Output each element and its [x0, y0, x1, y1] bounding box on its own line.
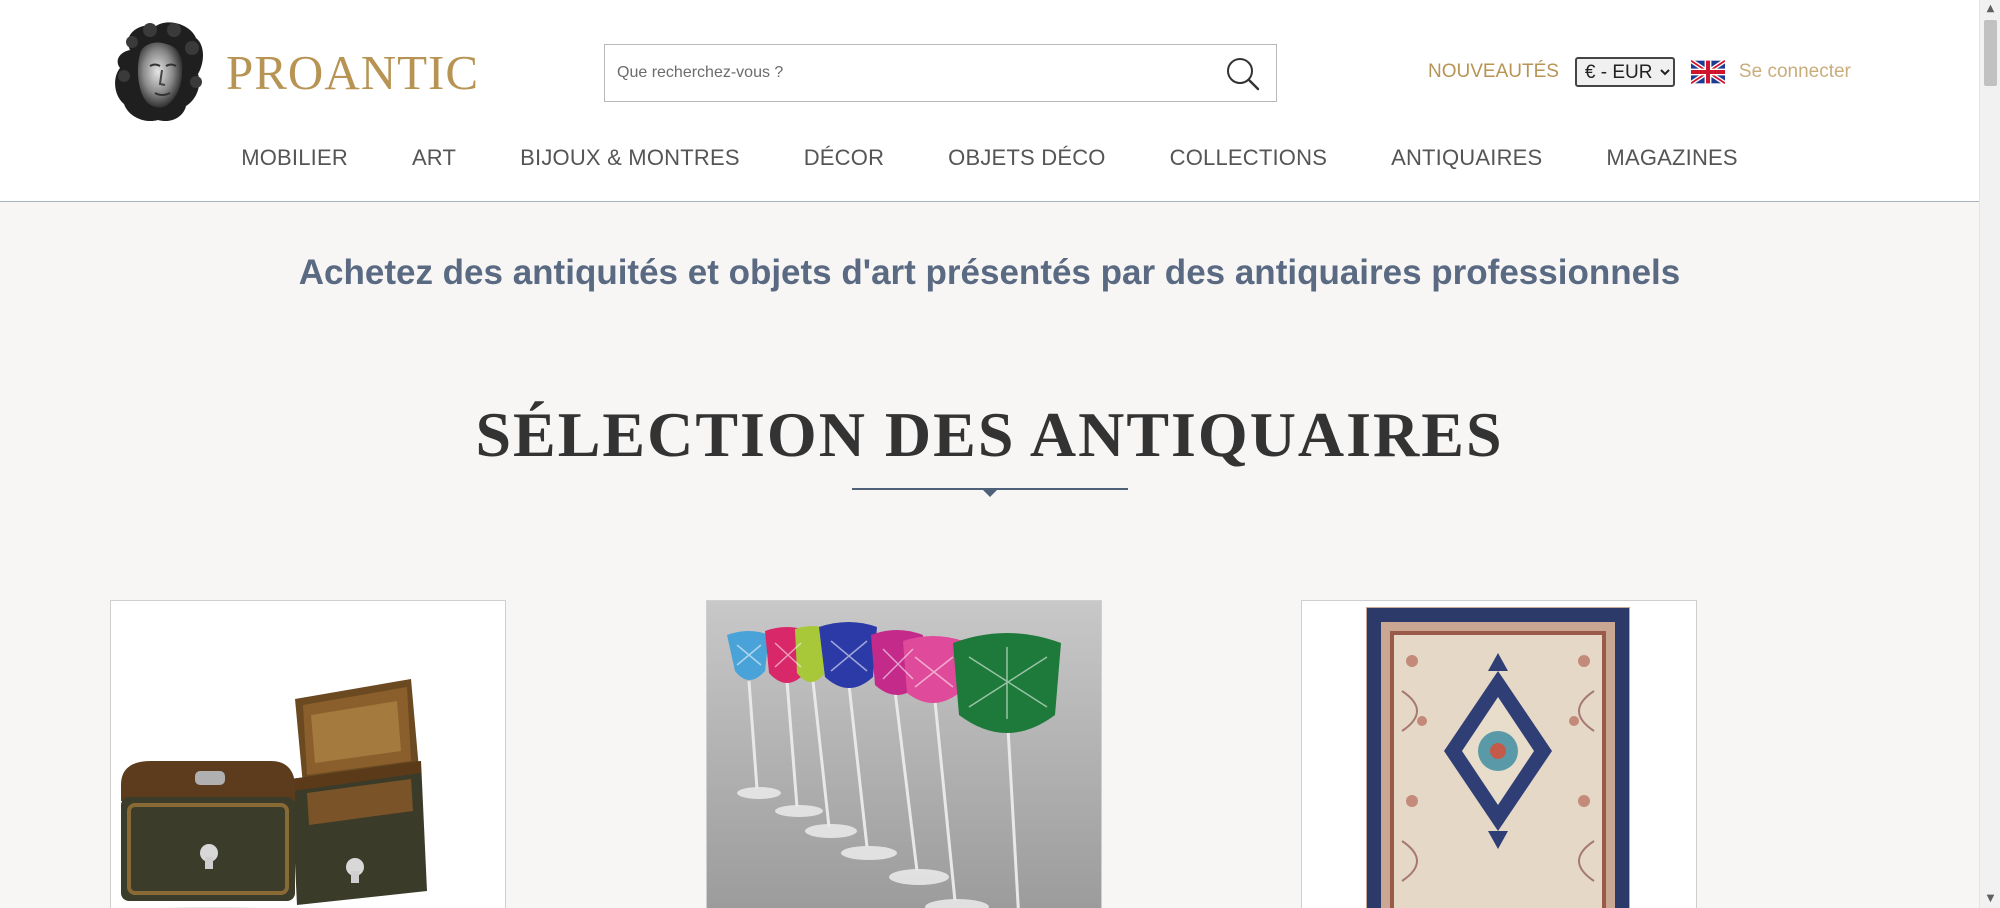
login-link[interactable]: Se connecter — [1739, 61, 1851, 83]
search-box — [604, 44, 1277, 102]
nav-item-art[interactable]: ART — [412, 145, 456, 171]
scroll-down-arrow-icon[interactable]: ▼ — [1980, 890, 2000, 908]
site-header: PROANTIC NOUVEAUTÉS € - EUR — [0, 0, 1979, 202]
logo-text: PROANTIC — [226, 44, 480, 100]
product-card[interactable] — [706, 600, 1102, 908]
header-actions: NOUVEAUTÉS € - EUR Se connecter — [1428, 56, 1851, 88]
nav-item-mobilier[interactable]: MOBILIER — [241, 145, 348, 171]
persian-rug-image — [1302, 601, 1696, 908]
nav-item-bijoux-montres[interactable]: BIJOUX & MONTRES — [520, 145, 740, 171]
product-card[interactable] — [110, 600, 506, 908]
logo-bust-icon — [115, 22, 203, 122]
scroll-up-arrow-icon[interactable]: ▲ — [1980, 0, 2000, 18]
nav-item-magazines[interactable]: MAGAZINES — [1606, 145, 1737, 171]
crystal-wine-glasses-image — [707, 601, 1101, 908]
search-icon — [1227, 58, 1260, 91]
page: PROANTIC NOUVEAUTÉS € - EUR — [0, 0, 1979, 908]
search-input[interactable] — [617, 45, 1177, 101]
new-items-link[interactable]: NOUVEAUTÉS — [1428, 61, 1559, 83]
nav-item-collections[interactable]: COLLECTIONS — [1170, 145, 1327, 171]
page-scrollbar[interactable]: ▲ ▼ — [1979, 0, 2000, 908]
product-card[interactable] — [1301, 600, 1697, 908]
tagline: Achetez des antiquités et objets d'art p… — [298, 253, 1681, 292]
uk-flag-icon[interactable] — [1690, 60, 1725, 84]
nav-item-antiquaires[interactable]: ANTIQUAIRES — [1391, 145, 1542, 171]
section-title: SÉLECTION DES ANTIQUAIRES — [475, 399, 1504, 470]
nav-item-decor[interactable]: DÉCOR — [804, 145, 884, 171]
scroll-thumb[interactable] — [1984, 20, 1997, 86]
main-nav: MOBILIER ART BIJOUX & MONTRES DÉCOR OBJE… — [0, 145, 1979, 171]
search-button[interactable] — [1224, 55, 1262, 93]
currency-select[interactable]: € - EUR — [1574, 57, 1675, 87]
logo-link[interactable]: PROANTIC — [110, 20, 479, 124]
inlaid-wooden-boxes-image — [111, 601, 505, 908]
nav-item-objets-deco[interactable]: OBJETS DÉCO — [948, 145, 1105, 171]
title-divider — [852, 488, 1128, 497]
